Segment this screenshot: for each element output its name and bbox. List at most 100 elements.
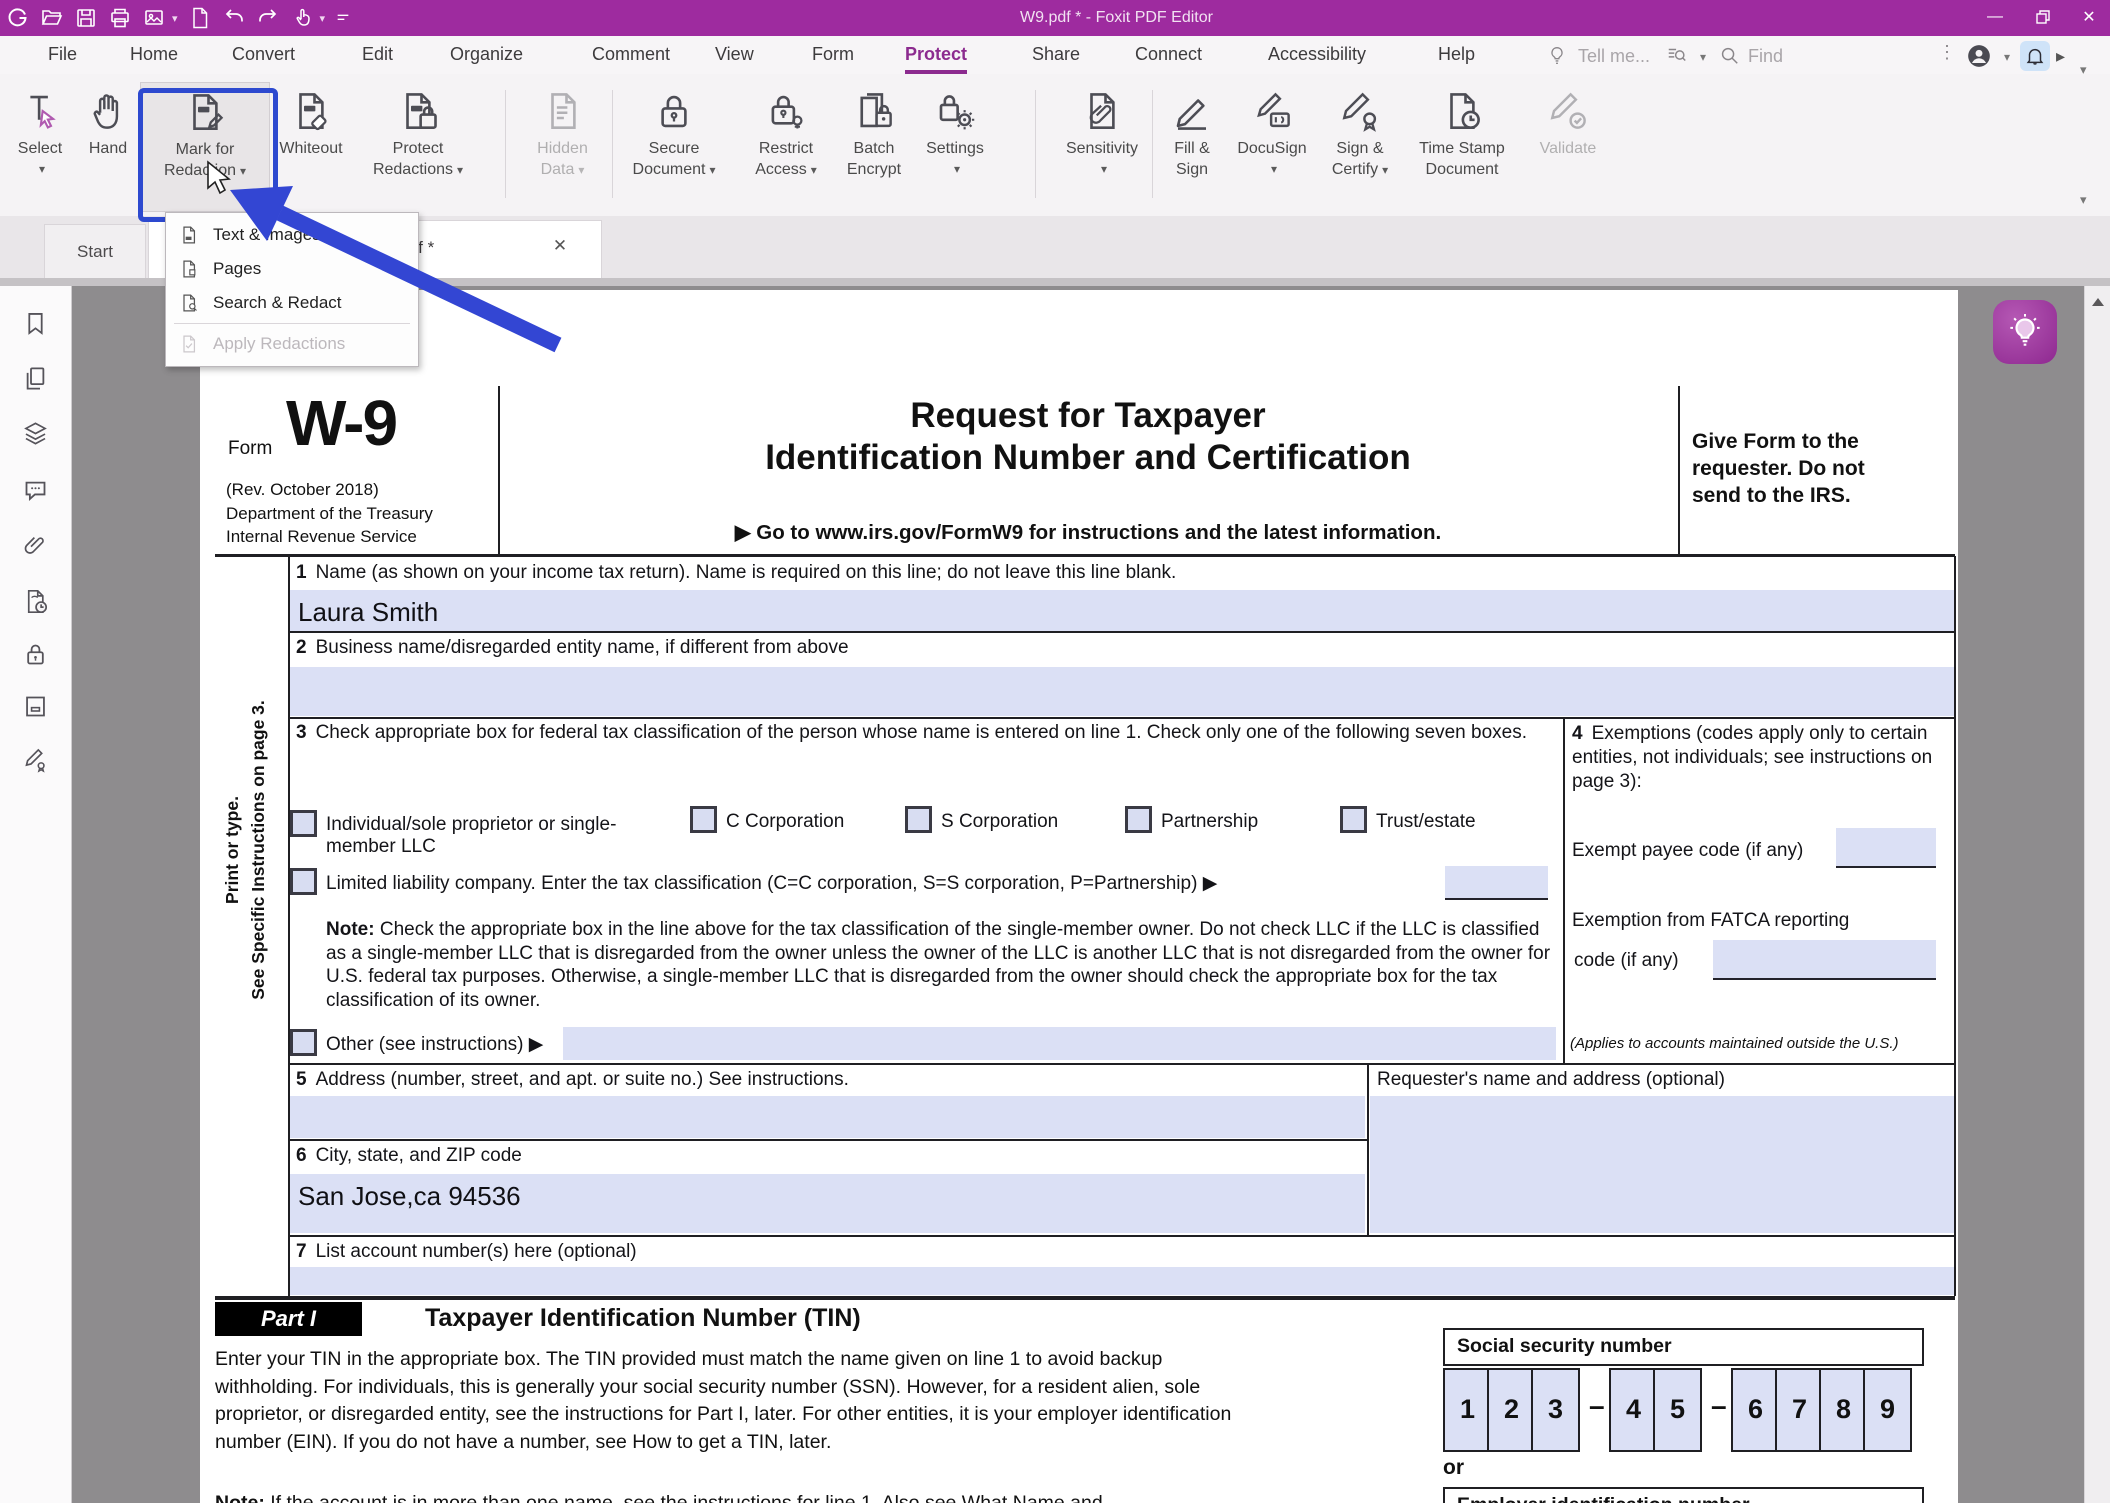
minimize-button[interactable]: — xyxy=(1978,2,2012,32)
checkbox-trust-estate[interactable] xyxy=(1340,806,1367,833)
menu-item-pages[interactable]: Pages xyxy=(166,252,418,286)
notification-bell-button[interactable] xyxy=(2020,41,2050,71)
find-icon[interactable] xyxy=(1718,44,1740,66)
line7-account-field[interactable] xyxy=(290,1267,1954,1295)
menu-protect[interactable]: Protect xyxy=(905,44,968,74)
protect-redactions-button[interactable]: Protect Redactions ▾ xyxy=(352,82,484,210)
menu-help[interactable]: Help xyxy=(1438,44,1475,70)
secure-document-button[interactable]: Secure Document ▾ xyxy=(618,82,730,210)
checkbox-c-corporation[interactable] xyxy=(690,806,717,833)
time-stamp-document-button[interactable]: Time Stamp Document xyxy=(1402,82,1522,210)
checkbox-llc[interactable] xyxy=(290,868,317,895)
form-service: Internal Revenue Service xyxy=(226,527,417,546)
select-button[interactable]: Select ▾ xyxy=(8,82,72,210)
line6-city-field[interactable]: San Jose,ca 94536 xyxy=(290,1174,1365,1233)
batch-encrypt-button[interactable]: Batch Encrypt xyxy=(838,82,910,210)
exempt-payee-field[interactable] xyxy=(1836,828,1936,868)
comments-panel-icon[interactable] xyxy=(22,477,49,504)
account-caret-icon[interactable]: ▾ xyxy=(2004,50,2010,64)
undo-icon[interactable] xyxy=(222,6,246,30)
fields-panel-icon[interactable] xyxy=(22,693,49,720)
touch-mode-icon[interactable] xyxy=(290,6,314,30)
find-input[interactable]: Find xyxy=(1748,46,1783,67)
new-document-icon[interactable] xyxy=(188,6,212,30)
pages-panel-icon[interactable] xyxy=(22,365,49,392)
checkbox-partnership[interactable] xyxy=(1125,806,1152,833)
menu-form[interactable]: Form xyxy=(812,44,854,70)
whiteout-button[interactable]: Whiteout xyxy=(272,82,350,210)
account-avatar[interactable] xyxy=(1966,43,1992,69)
checkbox-s-corporation[interactable] xyxy=(905,806,932,833)
export-caret-icon[interactable]: ▾ xyxy=(172,12,178,25)
close-button[interactable]: ✕ xyxy=(2072,2,2106,32)
save-icon[interactable] xyxy=(74,6,98,30)
bell-icon xyxy=(2026,48,2044,65)
menu-convert[interactable]: Convert xyxy=(232,44,295,70)
restore-button[interactable] xyxy=(2026,2,2060,32)
export-image-icon[interactable] xyxy=(142,6,166,30)
give-form-line1: Give Form to the xyxy=(1692,430,1859,453)
hand-button[interactable]: Hand xyxy=(76,82,140,210)
line5-address-field[interactable] xyxy=(290,1096,1365,1138)
open-file-icon[interactable] xyxy=(40,6,64,30)
attachments-panel-icon[interactable] xyxy=(22,532,49,559)
menu-view[interactable]: View xyxy=(715,44,754,70)
ssn-digit-cell[interactable]: 4 xyxy=(1609,1368,1658,1452)
menu-edit[interactable]: Edit xyxy=(362,44,393,70)
restrict-access-button[interactable]: Restrict Access ▾ xyxy=(736,82,836,210)
redo-icon[interactable] xyxy=(256,6,280,30)
overflow-dots-icon[interactable]: ⋮ xyxy=(1938,42,1956,63)
advanced-search-icon[interactable] xyxy=(1666,44,1688,66)
signatures-panel-icon[interactable] xyxy=(22,746,49,773)
line1-name-field[interactable]: Laura Smith xyxy=(290,590,1954,631)
fatca-code-field[interactable] xyxy=(1713,940,1936,980)
bookmarks-panel-icon[interactable] xyxy=(22,310,49,337)
collapse-ribbon-caret-icon[interactable]: ▾ xyxy=(2080,192,2087,208)
menu-share[interactable]: Share xyxy=(1032,44,1080,70)
menu-organize[interactable]: Organize xyxy=(450,44,523,70)
sensitivity-button[interactable]: Sensitivity ▾ xyxy=(1052,82,1152,210)
ssn-digit-cell[interactable]: 5 xyxy=(1653,1368,1702,1452)
line2-label: 2 Business name/disregarded entity name, … xyxy=(296,637,849,658)
menu-item-text-images[interactable]: Text & Images xyxy=(166,218,418,252)
shared-review-panel-icon[interactable] xyxy=(22,588,49,615)
tab-start[interactable]: Start xyxy=(44,224,146,279)
security-panel-icon[interactable] xyxy=(22,641,49,668)
tell-me-input[interactable]: Tell me... xyxy=(1578,46,1650,67)
scroll-up-icon[interactable] xyxy=(2092,298,2104,306)
ssn-digit-cell[interactable]: 6 xyxy=(1731,1368,1780,1452)
settings-button[interactable]: Settings ▾ xyxy=(912,82,998,210)
other-field[interactable] xyxy=(563,1027,1556,1060)
tell-me-lightbulb-icon[interactable] xyxy=(1546,44,1568,66)
llc-classification-field[interactable] xyxy=(1445,866,1548,900)
menu-home[interactable]: Home xyxy=(130,44,178,70)
requester-field[interactable] xyxy=(1370,1096,1954,1233)
toolbar-options-caret-icon[interactable]: ▾ xyxy=(2080,62,2087,78)
ssn-digit-cell[interactable]: 9 xyxy=(1863,1368,1912,1452)
ssn-digit-cell[interactable]: 1 xyxy=(1443,1368,1492,1452)
sign-certify-button[interactable]: Sign & Certify ▾ xyxy=(1320,82,1400,210)
menu-item-search-redact[interactable]: Search & Redact xyxy=(166,286,418,320)
menu-file[interactable]: File xyxy=(48,44,77,70)
checkbox-other[interactable] xyxy=(290,1029,317,1056)
line2-business-field[interactable] xyxy=(290,667,1954,716)
menu-connect[interactable]: Connect xyxy=(1135,44,1202,70)
docusign-button[interactable]: DocuSign ▾ xyxy=(1226,82,1318,210)
layers-panel-icon[interactable] xyxy=(22,420,49,447)
panel-expand-icon[interactable]: ▸ xyxy=(2056,46,2065,67)
ssn-digit-cell[interactable]: 8 xyxy=(1819,1368,1868,1452)
menu-comment[interactable]: Comment xyxy=(592,44,670,70)
menu-accessibility[interactable]: Accessibility xyxy=(1268,44,1366,70)
checkbox-individual[interactable] xyxy=(290,810,317,837)
ssn-digit-cell[interactable]: 7 xyxy=(1775,1368,1824,1452)
ssn-digit-cell[interactable]: 2 xyxy=(1487,1368,1536,1452)
fill-sign-button[interactable]: Fill & Sign xyxy=(1160,82,1224,210)
assistant-lightbulb-button[interactable] xyxy=(1993,300,2057,364)
tab-close-icon[interactable]: ✕ xyxy=(547,236,573,262)
print-icon[interactable] xyxy=(108,6,132,30)
customize-toolbar-icon[interactable] xyxy=(335,10,351,26)
advanced-search-caret-icon[interactable]: ▾ xyxy=(1700,50,1706,64)
ssn-digit-cell[interactable]: 3 xyxy=(1531,1368,1580,1452)
touch-caret-icon[interactable]: ▾ xyxy=(320,12,326,25)
vertical-scrollbar[interactable] xyxy=(2084,286,2110,1503)
